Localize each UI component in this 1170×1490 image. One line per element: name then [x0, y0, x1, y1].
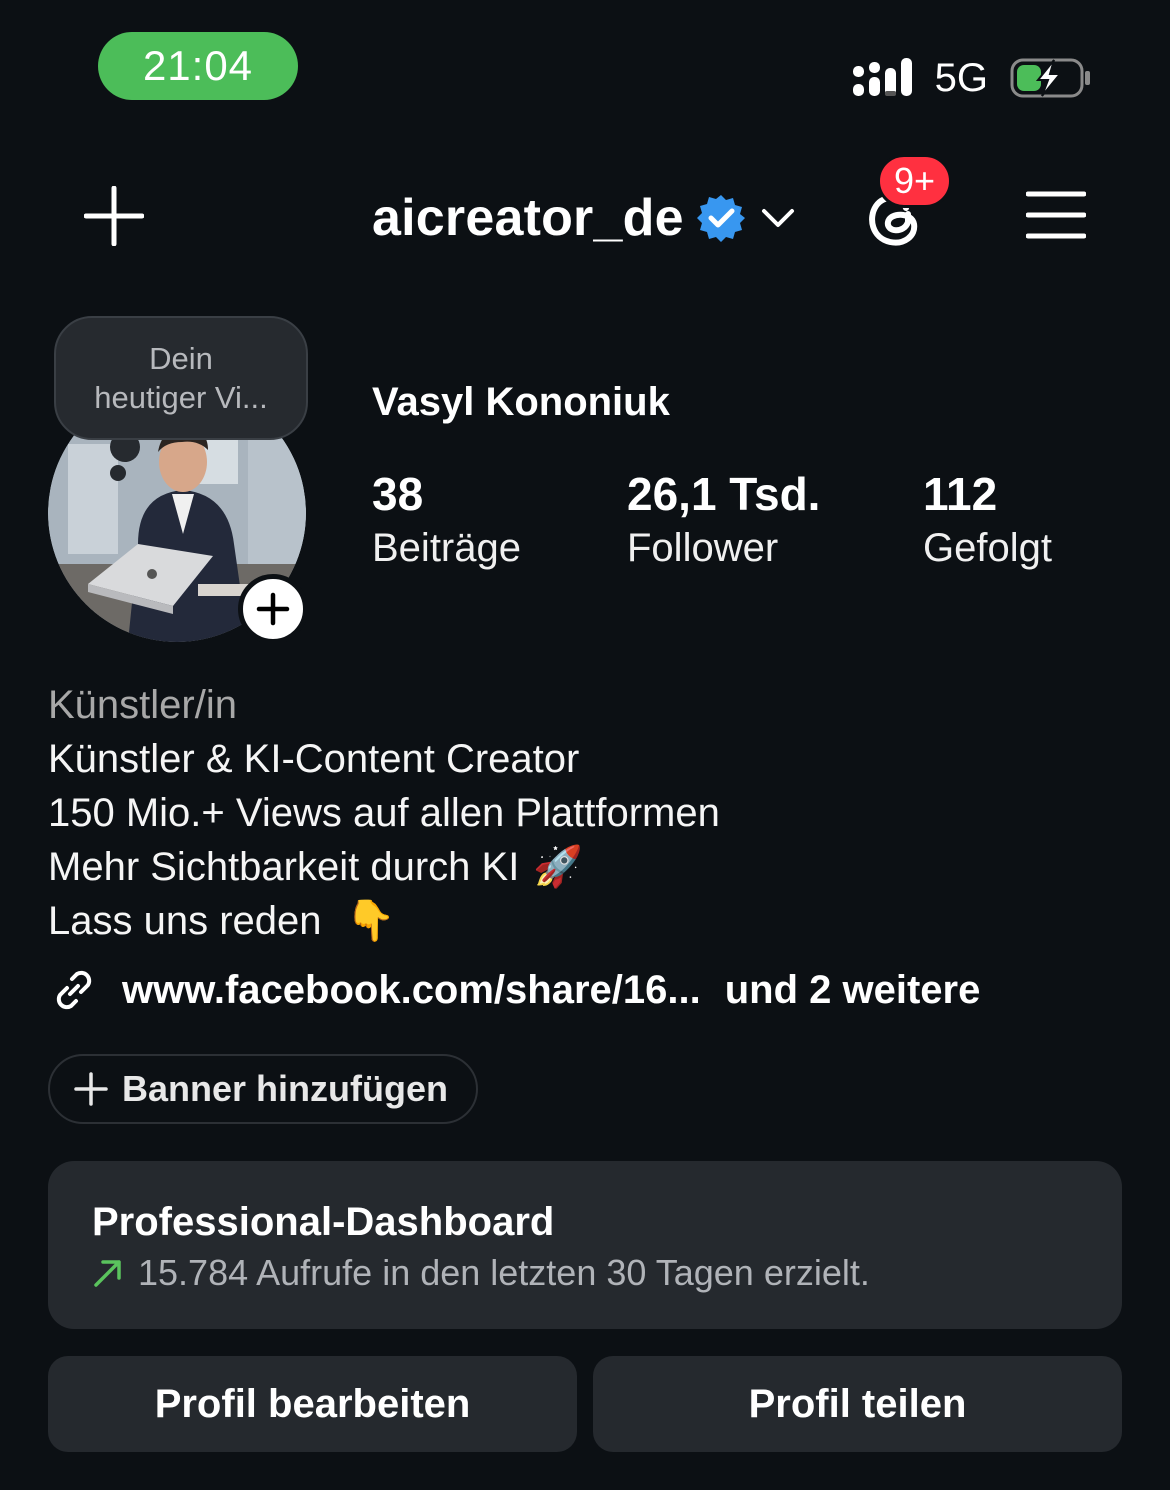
- stat-followers[interactable]: 26,1 Tsd. Follower: [627, 468, 820, 576]
- signal-icon: [852, 58, 912, 96]
- bio-line-3-text: Mehr Sichtbarkeit durch KI: [48, 845, 520, 889]
- link-more[interactable]: und 2 weitere: [725, 968, 981, 1013]
- status-right: 5G: [852, 50, 1092, 106]
- edit-profile-button[interactable]: Profil bearbeiten: [48, 1356, 577, 1452]
- stat-followers-label: Follower: [627, 526, 779, 570]
- note-line-1: Dein: [149, 341, 213, 376]
- bio-line-3: Mehr Sichtbarkeit durch KI 🚀: [48, 840, 720, 894]
- bio-line-1: Künstler & KI-Content Creator: [48, 732, 720, 786]
- profile-page: 21:04 5G aicreator_de 9+ Dein heutiger V…: [0, 0, 1170, 1490]
- notification-badge-count: 9+: [894, 160, 936, 201]
- status-time-text: 21:04: [142, 42, 254, 89]
- professional-dashboard-card[interactable]: Professional-Dashboard 15.784 Aufrufe in…: [48, 1161, 1122, 1329]
- note-bubble[interactable]: Dein heutiger Vi...: [54, 316, 308, 440]
- pointing-down-icon: 👇: [345, 899, 396, 943]
- stat-following-label: Gefolgt: [923, 526, 1052, 570]
- dashboard-title: Professional-Dashboard: [92, 1200, 555, 1244]
- stat-following[interactable]: 112 Gefolgt: [923, 468, 1052, 576]
- bio-line-2: 150 Mio.+ Views auf allen Plattformen: [48, 786, 720, 840]
- stat-posts-label: Beiträge: [372, 526, 521, 570]
- rocket-icon: 🚀: [533, 845, 584, 889]
- plus-icon: [74, 1072, 108, 1106]
- chevron-down-icon: [761, 209, 794, 227]
- dashboard-subtitle: 15.784 Aufrufe in den letzten 30 Tagen e…: [92, 1249, 1122, 1297]
- battery-charging-icon: [1010, 58, 1090, 98]
- share-profile-label: Profil teilen: [748, 1381, 967, 1426]
- stat-posts[interactable]: 38 Beiträge: [372, 468, 521, 576]
- note-bubble-tail-dot: [110, 465, 126, 481]
- stat-followers-value: 26,1 Tsd.: [627, 468, 821, 520]
- stat-following-value: 112: [923, 468, 998, 520]
- display-name: Vasyl Kononiuk: [372, 380, 670, 424]
- trend-up-arrow-icon: [94, 1260, 121, 1287]
- link-icon: [56, 970, 92, 1010]
- bio-line-4: Lass uns reden 👇: [48, 894, 720, 948]
- bio-category: Künstler/in: [48, 683, 237, 727]
- bio-link[interactable]: www.facebook.com/share/16... und 2 weite…: [48, 960, 980, 1020]
- account-switcher[interactable]: aicreator_de: [372, 186, 798, 250]
- username: aicreator_de: [372, 189, 684, 247]
- menu-icon[interactable]: [1026, 190, 1086, 240]
- plus-icon: [256, 592, 290, 626]
- verified-badge-icon: [696, 195, 745, 242]
- add-banner-label: Banner hinzufügen: [122, 1068, 448, 1109]
- link-url[interactable]: www.facebook.com/share/16...: [122, 968, 701, 1013]
- create-plus-icon[interactable]: [84, 186, 144, 246]
- add-story-button[interactable]: [238, 574, 308, 644]
- stat-posts-value: 38: [372, 468, 424, 520]
- edit-profile-label: Profil bearbeiten: [154, 1381, 471, 1426]
- status-time[interactable]: 21:04: [98, 32, 298, 100]
- bio-line-2-text: 150 Mio.+ Views auf allen Plattformen: [48, 791, 720, 835]
- bio-line-4-text: Lass uns reden: [48, 899, 322, 943]
- notification-badge: 9+: [877, 154, 953, 208]
- add-banner-button[interactable]: Banner hinzufügen: [48, 1054, 478, 1124]
- network-label: 5G: [934, 55, 988, 100]
- bio-line-1-text: Künstler & KI-Content Creator: [48, 737, 580, 781]
- dashboard-subtitle-text: 15.784 Aufrufe in den letzten 30 Tagen e…: [138, 1252, 870, 1293]
- note-line-2: heutiger Vi...: [94, 380, 268, 415]
- bio: Künstler/in Künstler & KI-Content Creato…: [48, 678, 720, 948]
- share-profile-button[interactable]: Profil teilen: [593, 1356, 1122, 1452]
